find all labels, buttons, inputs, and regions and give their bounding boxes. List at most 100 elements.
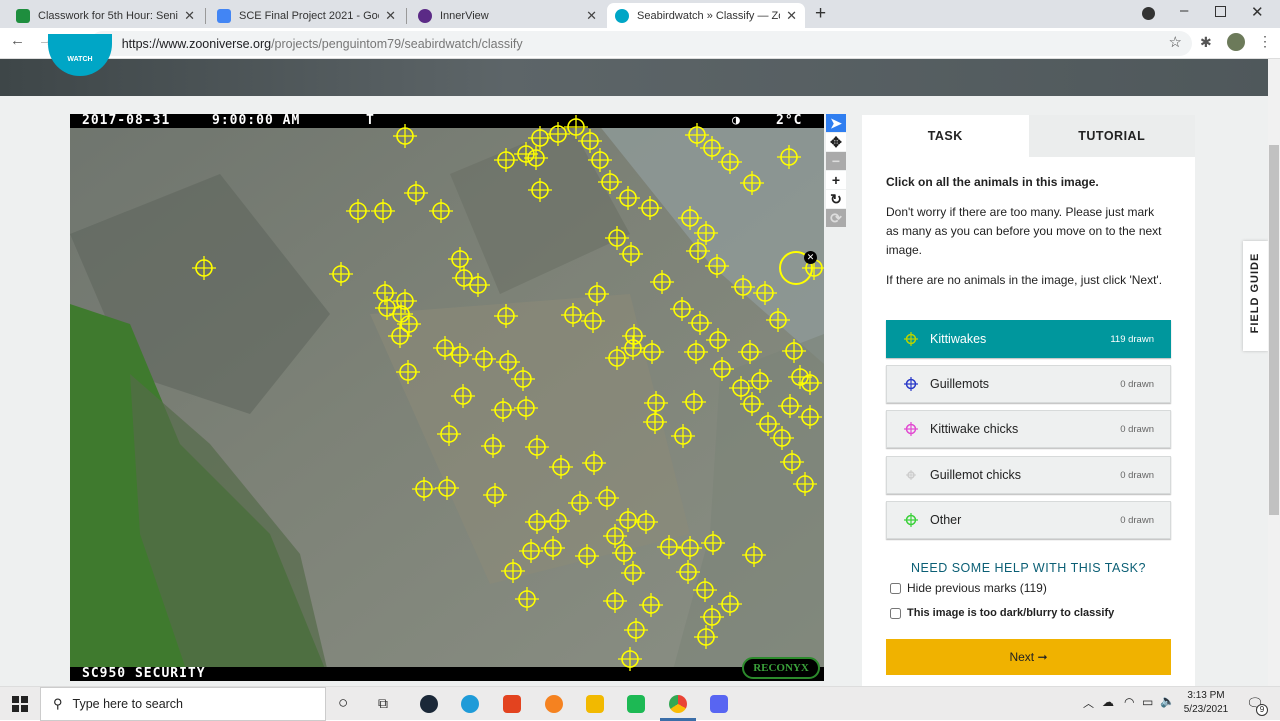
zoom-in-icon[interactable]: + [826,171,846,189]
edge-icon[interactable] [461,695,479,713]
delete-mark-icon[interactable]: ✕ [804,251,817,264]
chrome-icon[interactable] [669,695,687,713]
kittiwake-mark[interactable] [671,424,695,448]
scrollbar-thumb[interactable] [1269,145,1279,515]
kittiwake-mark[interactable] [371,199,395,223]
kittiwake-mark[interactable] [524,146,548,170]
kittiwake-mark[interactable] [546,122,570,146]
kittiwake-mark[interactable] [481,434,505,458]
kittiwake-mark[interactable] [491,398,515,422]
close-tab-icon[interactable]: ✕ [184,8,195,24]
kittiwake-mark[interactable] [472,347,496,371]
kittiwake-mark[interactable] [753,281,777,305]
kittiwake-mark[interactable] [582,451,606,475]
kittiwake-mark[interactable] [603,589,627,613]
kittiwake-mark[interactable] [616,508,640,532]
kittiwake-mark[interactable] [528,126,552,150]
reset-icon[interactable]: ⟳ [826,209,846,227]
kittiwake-mark[interactable] [346,199,370,223]
kittiwake-mark[interactable] [581,309,605,333]
kittiwake-mark[interactable] [514,396,538,420]
choice-guillemot-chicks[interactable]: Guillemot chicks 0 drawn [886,456,1171,494]
kittiwake-mark[interactable] [788,365,812,389]
kittiwake-mark[interactable] [549,455,573,479]
kittiwake-mark[interactable] [616,186,640,210]
kittiwake-mark[interactable] [618,647,642,671]
kittiwake-mark[interactable] [598,170,622,194]
kittiwake-mark[interactable] [740,171,764,195]
kittiwake-mark[interactable] [657,535,681,559]
wifi-icon[interactable]: ◠ [1124,695,1134,709]
kittiwake-mark[interactable] [742,543,766,567]
kittiwake-mark[interactable] [682,390,706,414]
tab-tutorial[interactable]: TUTORIAL [1028,115,1195,157]
kittiwake-mark[interactable] [731,275,755,299]
kittiwake-mark[interactable] [528,178,552,202]
kittiwake-mark[interactable] [798,405,822,429]
kittiwake-mark[interactable] [701,531,725,555]
choice-guillemots[interactable]: Guillemots 0 drawn [886,365,1171,403]
kittiwake-mark[interactable] [501,559,525,583]
kittiwake-mark[interactable] [561,303,585,327]
marks-layer[interactable] [70,114,824,681]
close-tab-icon[interactable]: ✕ [786,8,797,24]
choice-kittiwake-chicks[interactable]: Kittiwake chicks 0 drawn [886,410,1171,448]
too-dark-checkbox[interactable] [890,607,901,619]
kittiwake-mark[interactable] [568,491,592,515]
kittiwake-mark[interactable] [706,328,730,352]
tab-task[interactable]: TASK [862,115,1029,157]
kittiwake-mark[interactable] [718,592,742,616]
kittiwake-mark[interactable] [644,391,668,415]
kittiwake-mark[interactable] [718,150,742,174]
kittiwake-mark[interactable] [192,256,216,280]
kittiwake-mark[interactable] [778,394,802,418]
kittiwake-mark[interactable] [451,384,475,408]
kittiwake-mark[interactable] [639,593,663,617]
kittiwake-mark[interactable] [494,304,518,328]
need-help-link[interactable]: NEED SOME HELP WITH THIS TASK? [886,561,1171,575]
onedrive-icon[interactable]: ☁ [1102,695,1114,709]
kittiwake-mark[interactable] [624,618,648,642]
task-view-icon[interactable]: ⧉ [378,695,388,712]
browser-app-icon[interactable] [545,695,563,713]
kittiwake-mark[interactable] [766,308,790,332]
too-dark-checkbox-row[interactable]: This image is too dark/blurry to classif… [890,607,1114,619]
kittiwake-mark[interactable] [700,605,724,629]
kittiwake-mark[interactable] [448,247,472,271]
browser-menu-icon[interactable]: ⋮ [1258,33,1272,50]
kittiwake-mark[interactable] [694,625,718,649]
avatar[interactable] [1227,33,1245,51]
kittiwake-mark[interactable] [511,367,535,391]
extensions-icon[interactable]: ✱ [1200,34,1212,51]
kittiwake-mark[interactable] [619,242,643,266]
kittiwake-mark[interactable] [452,266,476,290]
browser-tab-classwork[interactable]: Classwork for 5th Hour: Senior Ca ✕ [8,3,203,28]
kittiwake-mark[interactable] [514,142,538,166]
hide-marks-checkbox-row[interactable]: Hide previous marks (119) [890,581,1047,595]
back-arrow-icon[interactable]: ← [10,32,25,49]
choice-other[interactable]: Other 0 drawn [886,501,1171,539]
kittiwake-mark[interactable] [798,371,822,395]
kittiwake-mark[interactable] [588,148,612,172]
kittiwake-mark[interactable] [634,510,658,534]
kittiwake-mark[interactable] [605,226,629,250]
next-button[interactable]: Next ➞ [886,639,1171,675]
kittiwake-mark[interactable] [525,435,549,459]
kittiwake-mark[interactable] [782,339,806,363]
kittiwake-mark[interactable] [575,544,599,568]
taskbar-search-box[interactable]: ⚲ Type here to search [40,687,326,721]
kittiwake-mark[interactable] [678,536,702,560]
kittiwake-mark[interactable] [678,206,702,230]
rotate-icon[interactable]: ↻ [826,190,846,208]
browser-tab-docs[interactable]: SCE Final Project 2021 - Google D ✕ [209,3,404,28]
field-guide-button[interactable]: FIELD GUIDE [1243,241,1268,351]
browser-tab-seabirdwatch[interactable]: Seabirdwatch » Classify — Zooni ✕ [607,3,805,28]
battery-icon[interactable]: ▭ [1142,695,1153,709]
kittiwake-mark[interactable] [780,450,804,474]
choice-kittiwakes[interactable]: Kittiwakes 119 drawn [886,320,1171,358]
kittiwake-mark[interactable] [693,578,717,602]
kittiwake-mark[interactable] [396,360,420,384]
kittiwake-mark[interactable] [638,196,662,220]
kittiwake-mark[interactable] [496,350,520,374]
kittiwake-mark[interactable] [738,340,762,364]
